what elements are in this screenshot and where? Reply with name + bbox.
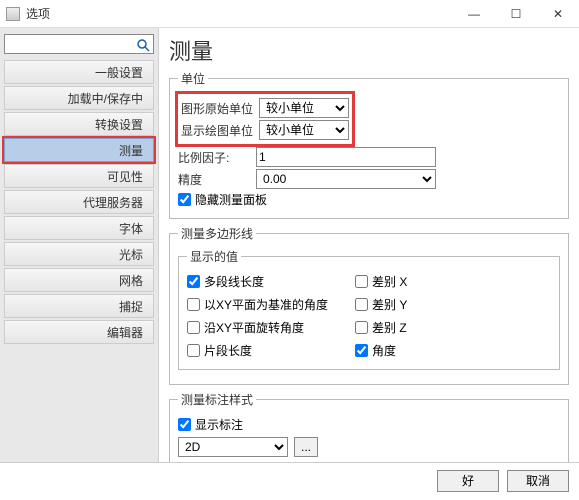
sidebar-item-4[interactable]: 可见性 — [4, 164, 154, 188]
show-label-checkbox[interactable] — [178, 418, 191, 431]
poly-opt-7-checkbox[interactable] — [355, 344, 368, 357]
scale-label: 比例因子: — [178, 149, 256, 166]
precision-select[interactable]: 0.00 — [256, 169, 436, 189]
sidebar-item-8[interactable]: 网格 — [4, 268, 154, 292]
poly-opt-2-checkbox[interactable] — [187, 298, 200, 311]
close-button[interactable]: ✕ — [537, 0, 579, 28]
hide-panel-label: 隐藏测量面板 — [195, 191, 267, 208]
polyline-group: 测量多边形线 显示的值 多段线长度 差别 X 以XY平面为基准的角度 差别 Y 沿XY平… — [169, 225, 569, 385]
poly-opt-6-checkbox[interactable] — [187, 344, 200, 357]
poly-opt-4-checkbox[interactable] — [187, 321, 200, 334]
show-label-text: 显示标注 — [195, 416, 243, 433]
ok-button[interactable]: 好 — [437, 470, 499, 492]
sidebar-item-9[interactable]: 捕捉 — [4, 294, 154, 318]
poly-opt-3-label: 差别 Y — [372, 296, 407, 313]
units-legend: 单位 — [178, 70, 208, 87]
search-icon[interactable] — [135, 37, 151, 53]
sidebar-item-1[interactable]: 加载中/保存中 — [4, 86, 154, 110]
poly-opt-6-label: 片段长度 — [204, 342, 252, 359]
labelstyle-legend: 测量标注样式 — [178, 391, 256, 408]
poly-opt-7-label: 角度 — [372, 342, 396, 359]
poly-opt-1-label: 差别 X — [372, 273, 407, 290]
cancel-button[interactable]: 取消 — [507, 470, 569, 492]
sidebar-item-10[interactable]: 编辑器 — [4, 320, 154, 344]
hide-panel-checkbox[interactable] — [178, 193, 191, 206]
scale-input[interactable] — [256, 147, 436, 167]
app-icon — [6, 7, 20, 21]
sidebar-item-0[interactable]: 一般设置 — [4, 60, 154, 84]
poly-opt-5-checkbox[interactable] — [355, 321, 368, 334]
sidebar-item-2[interactable]: 转换设置 — [4, 112, 154, 136]
disp-unit-select[interactable]: 较小单位 — [259, 120, 349, 140]
poly-opt-3-checkbox[interactable] — [355, 298, 368, 311]
poly-opt-4-label: 沿XY平面旋转角度 — [204, 319, 304, 336]
sidebar-item-5[interactable]: 代理服务器 — [4, 190, 154, 214]
labelstyle-select[interactable]: 2D — [178, 437, 288, 457]
sidebar-item-3[interactable]: 测量 — [4, 138, 154, 162]
polyline-legend: 测量多边形线 — [178, 225, 256, 242]
sidebar-item-7[interactable]: 光标 — [4, 242, 154, 266]
units-group: 单位 图形原始单位 较小单位 显示绘图单位 较小单位 比例因子: 精度 0.00 — [169, 70, 569, 219]
orig-unit-select[interactable]: 较小单位 — [259, 98, 349, 118]
labelstyle-group: 测量标注样式 显示标注 2D ... — [169, 391, 569, 462]
poly-opt-0-label: 多段线长度 — [204, 273, 264, 290]
poly-opt-1-checkbox[interactable] — [355, 275, 368, 288]
values-legend: 显示的值 — [187, 248, 241, 265]
orig-unit-label: 图形原始单位 — [181, 100, 259, 117]
precision-label: 精度 — [178, 171, 256, 188]
poly-opt-5-label: 差别 Z — [372, 319, 407, 336]
search-input[interactable] — [4, 34, 154, 54]
page-title: 测量 — [169, 34, 569, 66]
minimize-button[interactable]: — — [453, 0, 495, 28]
sidebar-item-6[interactable]: 字体 — [4, 216, 154, 240]
maximize-button[interactable]: ☐ — [495, 0, 537, 28]
labelstyle-more-button[interactable]: ... — [294, 437, 318, 457]
disp-unit-label: 显示绘图单位 — [181, 122, 259, 139]
poly-opt-0-checkbox[interactable] — [187, 275, 200, 288]
window-title: 选项 — [26, 5, 453, 22]
poly-opt-2-label: 以XY平面为基准的角度 — [204, 296, 328, 313]
values-group: 显示的值 多段线长度 差别 X 以XY平面为基准的角度 差别 Y 沿XY平面旋转角度 差别… — [178, 248, 560, 370]
sidebar: 一般设置加载中/保存中转换设置测量可见性代理服务器字体光标网格捕捉编辑器 — [0, 28, 159, 462]
